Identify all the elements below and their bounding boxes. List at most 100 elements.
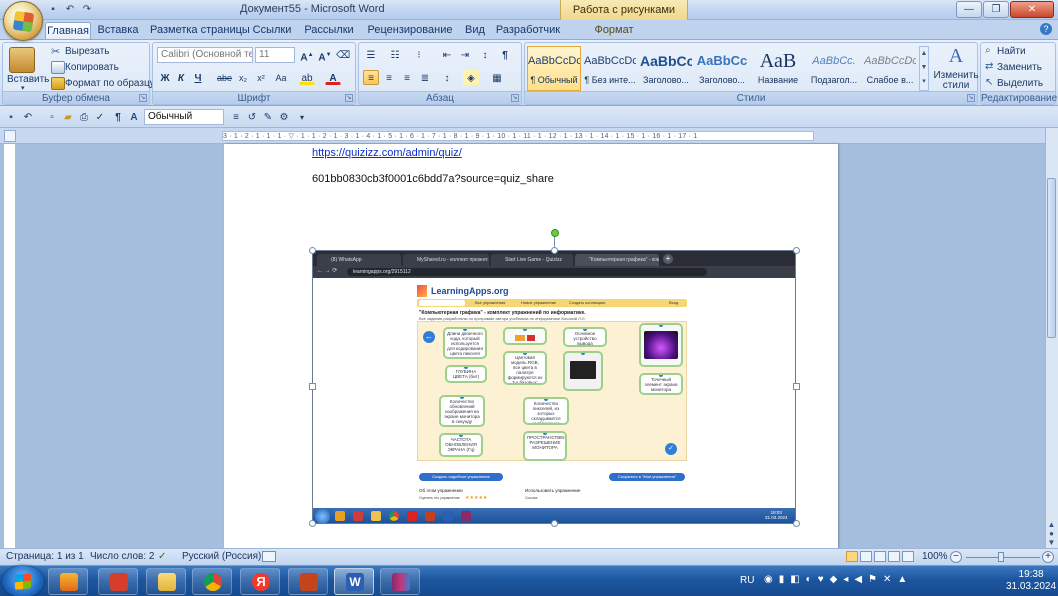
browse-object-icon[interactable]: ▲ ● ▼ [1046, 520, 1057, 547]
font-size-combo[interactable]: 11 [255, 47, 295, 63]
input-language[interactable]: RU [740, 575, 754, 586]
taskbar-winrar[interactable] [380, 568, 420, 595]
taskbar-word[interactable]: W [334, 568, 374, 595]
sort-icon[interactable]: ↕ [477, 47, 493, 62]
decrease-indent-icon[interactable]: ⇤ [439, 47, 455, 62]
line-spacing-icon[interactable]: ↕ [439, 70, 455, 85]
align-left-icon[interactable]: ≡ [363, 70, 379, 85]
browser-nav-icons[interactable]: ← → ⟳ [317, 267, 337, 274]
taskbar-powerpoint[interactable] [288, 568, 328, 595]
document-link[interactable]: https://quizizz.com/admin/quiz/ [312, 147, 462, 159]
new-tab-icon[interactable]: + [663, 254, 673, 264]
subscript-icon[interactable]: x₂ [235, 70, 251, 85]
exercise-card[interactable]: ПРОСТРАНСТВЕННОЕ РАЗРЕШЕНИЕ МОНИТОРА [523, 431, 567, 461]
tray-icons[interactable]: ◉▮◧◐♥◆◂◀⚑✕▲ [764, 574, 913, 585]
site-nav-item[interactable]: Новое упражнение [521, 300, 556, 305]
numbering-icon[interactable]: ☷ [387, 47, 403, 62]
browser-tab[interactable]: (8) WhatsApp [317, 254, 401, 266]
bold-icon[interactable]: Ж [157, 70, 173, 85]
paste-button[interactable]: Вставить [7, 74, 49, 85]
exercise-card-image[interactable] [503, 327, 547, 345]
style-heading-2[interactable]: AaBbCc Заголово... [695, 46, 749, 91]
taskbar-presentation[interactable] [98, 568, 138, 595]
taskbar-yandex[interactable]: Я [240, 568, 280, 595]
browser-tab[interactable]: MyShared.ru - коллект презент... [403, 254, 489, 266]
taskbar-chrome[interactable] [192, 568, 232, 595]
superscript-icon[interactable]: x² [253, 70, 269, 85]
select-button[interactable]: Выделить [997, 78, 1043, 89]
resize-handle[interactable] [309, 247, 316, 254]
show-marks-icon[interactable]: ¶ [497, 47, 513, 62]
print-preview-icon[interactable]: ⎙ [76, 109, 92, 124]
align-center-icon[interactable]: ≡ [381, 70, 397, 85]
horizontal-ruler[interactable]: 3 · 1 · 2 · 1 · 1 · 1 · ▽ · 1 · 1 · 2 · … [222, 131, 814, 141]
web-layout-icon[interactable] [874, 551, 886, 562]
undo-icon[interactable]: ↶ [63, 3, 77, 17]
resize-handle[interactable] [551, 520, 558, 527]
check-answer-icon[interactable]: ✓ [665, 443, 677, 455]
clear-formatting-icon[interactable]: ⌫ [335, 47, 351, 62]
browser-tab[interactable]: Start Live Game - Quizizz [491, 254, 573, 266]
tab-developer[interactable]: Разработчик [495, 22, 561, 39]
resize-handle[interactable] [793, 520, 800, 527]
change-case-icon[interactable]: Aa [273, 70, 289, 85]
save-icon[interactable]: ▪ [46, 3, 60, 17]
outline-icon[interactable] [888, 551, 900, 562]
tab-mailings[interactable]: Рассылки [302, 22, 356, 39]
grow-font-icon[interactable]: A▲ [299, 47, 315, 63]
shrink-font-icon[interactable]: A▼ [317, 47, 333, 63]
styles-launcher-icon[interactable]: ↘ [967, 94, 975, 102]
exercise-card[interactable]: ЧАСТОТА ОБНОВЛЕНИЯ ЭКРАНА (Гц) [439, 433, 483, 457]
exercise-card[interactable]: Длина двоичного кода, который использует… [443, 327, 487, 359]
style-normal[interactable]: AaBbCcDc ¶ Обычный [527, 46, 581, 91]
strikethrough-icon[interactable]: abe [216, 70, 232, 85]
site-nav-item[interactable]: Создать коллекцию [569, 300, 605, 305]
find-button[interactable]: Найти [997, 46, 1026, 57]
tab-selector-icon[interactable] [4, 130, 16, 142]
zoom-slider-thumb[interactable] [998, 552, 1004, 562]
multilevel-list-icon[interactable]: ⁝ [411, 47, 427, 62]
shading-icon[interactable]: ◈ [463, 70, 479, 85]
exercise-card[interactable]: Количество пикселей, из которых складыва… [523, 397, 569, 425]
customize-toolbar-icon[interactable]: ▾ [294, 109, 310, 124]
vertical-ruler[interactable] [4, 144, 16, 548]
exercise-card[interactable]: ГЛУБИНА ЦВЕТА (бит) [445, 365, 487, 383]
tab-review[interactable]: Рецензирование [364, 22, 456, 39]
bullets-icon[interactable]: ☰ [363, 47, 379, 62]
italic-icon[interactable]: К [173, 70, 189, 85]
save-exercise-button[interactable]: Сохранить в "Мои упражнения" [609, 473, 685, 481]
browser-tab[interactable]: "Компьютерная графика" - ком... [575, 254, 659, 266]
site-nav-item[interactable]: Вход [669, 300, 678, 305]
tab-references[interactable]: Ссылки [250, 22, 294, 39]
zoom-level[interactable]: 100% [922, 551, 948, 562]
replace-button[interactable]: Заменить [997, 62, 1042, 73]
style-title[interactable]: АаВ Название [751, 46, 805, 91]
highlight-icon[interactable]: ab [299, 70, 315, 85]
copy-button[interactable]: Копировать [65, 62, 119, 73]
scroll-thumb[interactable] [1047, 178, 1056, 338]
maximize-button[interactable]: ❐ [983, 1, 1009, 18]
help-icon[interactable]: ? [1040, 23, 1052, 35]
create-similar-button[interactable]: Создать подобное упражнение [419, 473, 503, 481]
system-clock[interactable]: 19:38 31.03.2024 [1006, 569, 1056, 593]
font-name-combo[interactable]: Calibri (Основной те [157, 47, 253, 63]
change-styles-button[interactable]: Изменить стили [933, 71, 979, 91]
exercise-card[interactable]: Точечный элемент экрана монитора [639, 373, 683, 395]
paragraph-launcher-icon[interactable]: ↘ [511, 94, 519, 102]
exercise-card-screen[interactable] [639, 323, 683, 367]
rotate-handle[interactable] [551, 229, 559, 237]
underline-icon[interactable]: Ч [190, 70, 206, 85]
format-painter-button[interactable]: Формат по образцу [65, 78, 155, 89]
minimize-button[interactable]: — [956, 1, 982, 18]
site-logo[interactable]: LearningApps.org [417, 281, 687, 301]
taskbar-media-player[interactable] [48, 568, 88, 595]
align-right-icon[interactable]: ≡ [399, 70, 415, 85]
resize-handle[interactable] [309, 383, 316, 390]
style-subtle-emphasis[interactable]: AaBbCcDc Слабое в... [863, 46, 917, 91]
start-button[interactable] [2, 566, 44, 596]
zoom-out-icon[interactable]: − [950, 551, 962, 563]
word-count[interactable]: Число слов: 2 [90, 551, 154, 562]
exercise-card-monitor[interactable] [563, 351, 603, 391]
toolbar-save-icon[interactable]: ▪ [3, 109, 19, 124]
draft-icon[interactable] [902, 551, 914, 562]
